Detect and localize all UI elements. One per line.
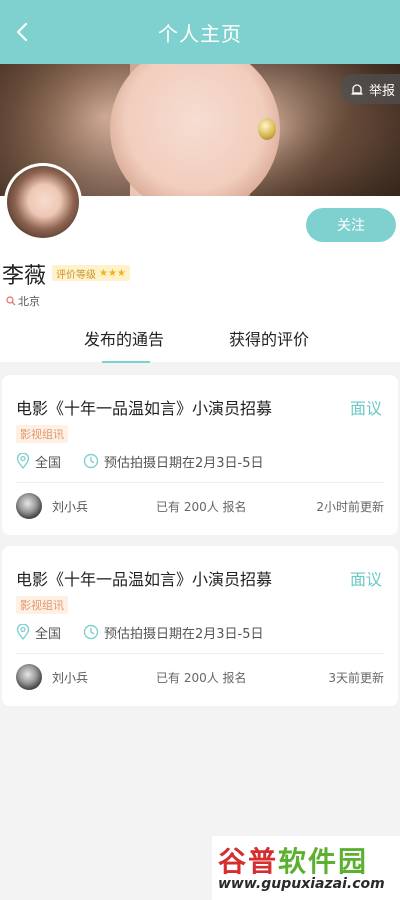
notice-tag: 影视组讯 bbox=[16, 425, 68, 443]
notice-meta: 全国 预估拍摄日期在2月3日-5日 bbox=[16, 452, 264, 471]
report-label: 举报 bbox=[369, 83, 396, 99]
poster-avatar[interactable] bbox=[16, 493, 42, 519]
profile-avatar[interactable] bbox=[4, 163, 82, 241]
updated-time: 3天前更新 bbox=[328, 670, 384, 685]
map-pin-icon bbox=[16, 453, 30, 469]
watermark-logo-a: 谷普 bbox=[218, 845, 279, 878]
page-title: 个人主页 bbox=[158, 22, 242, 46]
card-divider bbox=[16, 482, 384, 483]
notice-date-text: 预估拍摄日期在2月3日-5日 bbox=[104, 626, 264, 642]
signup-count: 已有 200人 报名 bbox=[156, 670, 247, 685]
notice-location-text: 全国 bbox=[35, 626, 62, 642]
watermark-logo: 谷普软件园 bbox=[218, 840, 368, 880]
avatar-image bbox=[7, 166, 79, 238]
tab-received-reviews[interactable]: 获得的评价 bbox=[229, 326, 309, 350]
notice-title: 电影《十年一品温如言》小演员招募 bbox=[16, 399, 273, 418]
watermark: 谷普软件园 www.gupuxiazai.com bbox=[212, 836, 400, 900]
updated-time: 2小时前更新 bbox=[316, 499, 384, 514]
notice-date-text: 预估拍摄日期在2月3日-5日 bbox=[104, 455, 264, 471]
notice-date: 预估拍摄日期在2月3日-5日 bbox=[83, 623, 264, 642]
rating-badge: 评价等级 ★★★ bbox=[52, 265, 130, 281]
clock-icon bbox=[83, 624, 99, 640]
user-location: 北京 bbox=[6, 293, 40, 309]
poster-row: 刘小兵 已有 200人 报名 2小时前更新 bbox=[16, 492, 384, 520]
active-tab-indicator bbox=[102, 361, 150, 363]
tab-published-notices[interactable]: 发布的通告 bbox=[84, 326, 164, 350]
map-pin-icon bbox=[16, 624, 30, 640]
location-text: 北京 bbox=[18, 295, 40, 308]
notice-tag: 影视组讯 bbox=[16, 596, 68, 614]
poster-name: 刘小兵 bbox=[52, 670, 89, 685]
notice-location-text: 全国 bbox=[35, 455, 62, 471]
top-nav-bar: 个人主页 bbox=[0, 0, 400, 64]
profile-tabs: 发布的通告 获得的评价 bbox=[0, 326, 400, 363]
notice-title: 电影《十年一品温如言》小演员招募 bbox=[16, 570, 273, 589]
card-divider bbox=[16, 653, 384, 654]
rating-label: 评价等级 bbox=[56, 269, 96, 281]
user-name: 李薇 bbox=[2, 264, 47, 289]
search-location-icon bbox=[6, 296, 16, 306]
follow-button[interactable]: 关注 bbox=[306, 208, 396, 242]
notice-location: 全国 bbox=[16, 452, 61, 471]
notice-card[interactable]: 电影《十年一品温如言》小演员招募 面议 影视组讯 全国 预估拍摄日期在2月3日-… bbox=[2, 375, 398, 535]
notice-card[interactable]: 电影《十年一品温如言》小演员招募 面议 影视组讯 全国 预估拍摄日期在2月3日-… bbox=[2, 546, 398, 706]
watermark-url: www.gupuxiazai.com bbox=[218, 876, 385, 892]
notice-date: 预估拍摄日期在2月3日-5日 bbox=[83, 452, 264, 471]
notice-price: 面议 bbox=[349, 399, 382, 418]
watermark-logo-b: 软件园 bbox=[278, 845, 369, 878]
rating-stars: ★★★ bbox=[99, 267, 126, 279]
notice-meta: 全国 预估拍摄日期在2月3日-5日 bbox=[16, 623, 264, 642]
report-button[interactable]: 举报 bbox=[340, 74, 400, 104]
poster-avatar[interactable] bbox=[16, 664, 42, 690]
poster-name: 刘小兵 bbox=[52, 499, 89, 514]
signup-count: 已有 200人 报名 bbox=[156, 499, 247, 514]
notice-price: 面议 bbox=[349, 570, 382, 589]
clock-icon bbox=[83, 453, 99, 469]
poster-row: 刘小兵 已有 200人 报名 3天前更新 bbox=[16, 663, 384, 691]
notice-location: 全国 bbox=[16, 623, 61, 642]
alarm-icon bbox=[351, 84, 363, 95]
